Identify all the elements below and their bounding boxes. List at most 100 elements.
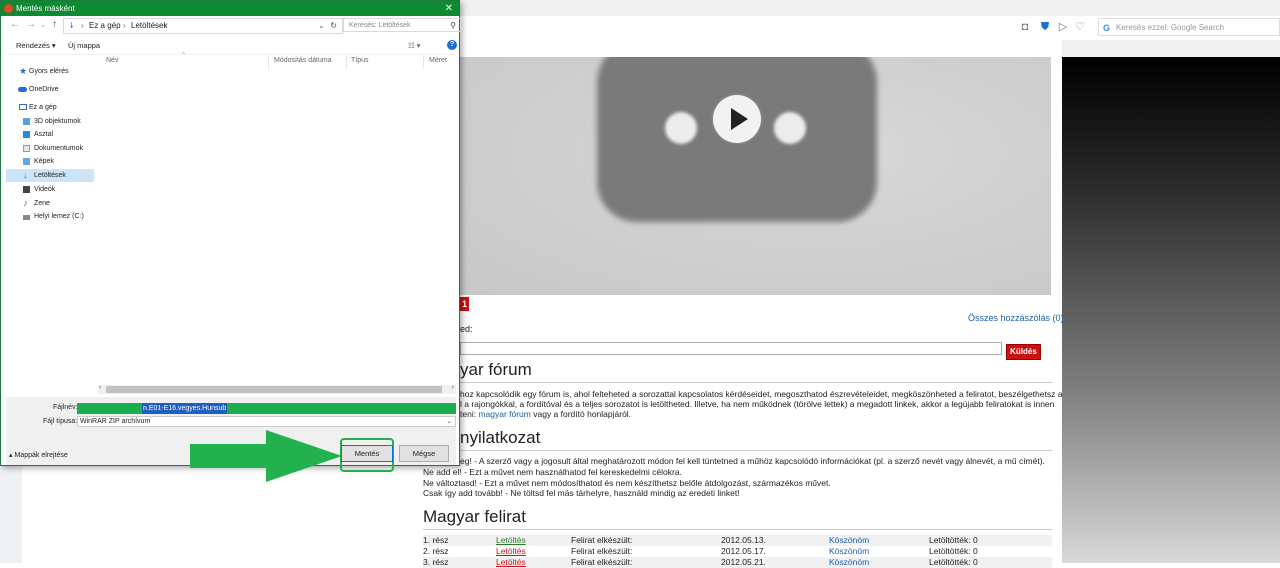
forum-link[interactable]: magyar fórum bbox=[478, 409, 530, 419]
dialog-navbar: ← → ⌄ ↑ 🠗 › Ez a gép › Letöltések › ⌄ ↻ … bbox=[6, 17, 461, 35]
breadcrumb-item[interactable]: Letöltések bbox=[131, 19, 167, 33]
column-header-type[interactable]: Típus bbox=[351, 57, 369, 64]
save-button[interactable]: Mentés bbox=[341, 445, 393, 462]
nav-item-onedrive[interactable]: OneDrive bbox=[6, 83, 94, 96]
nav-item-videos[interactable]: Videók bbox=[6, 183, 94, 196]
all-comments-link[interactable]: Összes hozzászólás (0) bbox=[968, 313, 1064, 323]
camera-icon[interactable]: ◘ bbox=[1018, 20, 1032, 34]
cube-icon bbox=[23, 118, 30, 125]
column-header-size[interactable]: Méret bbox=[429, 57, 447, 64]
nav-item-label: Képek bbox=[34, 158, 54, 165]
address-bar[interactable]: 🠗 › Ez a gép › Letöltések › ⌄ ↻ bbox=[63, 18, 343, 34]
nav-item-label: Asztal bbox=[34, 131, 54, 138]
filename-input[interactable]: n.E01-E16.vegyes.Hunsub bbox=[77, 403, 456, 414]
comment-input[interactable] bbox=[460, 342, 1002, 355]
thanks-link[interactable]: Köszönöm bbox=[829, 546, 869, 557]
breadcrumb-separator: › bbox=[164, 21, 167, 30]
chevron-up-icon: ▴ bbox=[9, 452, 13, 459]
column-header-name[interactable]: Név bbox=[106, 57, 118, 64]
filename-selected-text: n.E01-E16.vegyes.Hunsub bbox=[142, 403, 228, 414]
browser-search-input[interactable]: G Keresés ezzel: Google Search bbox=[1098, 18, 1280, 36]
download-link[interactable]: Letöltés bbox=[496, 546, 526, 557]
desktop-icon bbox=[23, 131, 30, 138]
play-icon[interactable] bbox=[713, 95, 761, 143]
save-as-dialog: Mentés másként ✕ ← → ⌄ ↑ 🠗 › Ez a gép › … bbox=[0, 0, 461, 466]
disclaimer-line: eg! - A szerző vagy a jogosult által meg… bbox=[460, 456, 1045, 466]
column-separator[interactable] bbox=[268, 55, 269, 69]
close-icon[interactable]: ✕ bbox=[445, 1, 453, 16]
forward-arrow-icon[interactable]: → bbox=[26, 19, 36, 30]
cloud-icon bbox=[18, 87, 27, 92]
nav-item-documents[interactable]: Dokumentumok bbox=[6, 142, 94, 155]
cancel-button[interactable]: Mégse bbox=[399, 445, 449, 462]
chevron-down-icon[interactable]: ⌄ bbox=[318, 19, 325, 33]
search-icon[interactable]: ⚲ bbox=[450, 19, 456, 33]
nav-item-3d-objects[interactable]: 3D objektumok bbox=[6, 115, 94, 128]
disk-icon bbox=[23, 215, 30, 220]
forum-text: l a rajongókkal, a fordítóval és a telje… bbox=[460, 399, 1055, 409]
nav-item-label: Ez a gép bbox=[29, 104, 57, 111]
scroll-left-icon[interactable]: ‹ bbox=[99, 384, 101, 391]
breadcrumb-item[interactable]: Ez a gép bbox=[89, 19, 121, 33]
new-folder-button[interactable]: Új mappa bbox=[68, 37, 100, 54]
disclaimer-line: Ne add el! - Ezt a művet nem használhato… bbox=[423, 467, 682, 477]
send-button[interactable]: Küldés bbox=[1006, 344, 1041, 360]
status-label: Felirat elkészült: bbox=[571, 535, 633, 545]
green-arrow-annotation bbox=[190, 430, 342, 482]
back-arrow-icon[interactable]: ← bbox=[10, 19, 20, 30]
column-header-modified[interactable]: Módosítás dátuma bbox=[274, 57, 332, 64]
send-icon[interactable]: ▷ bbox=[1056, 20, 1070, 34]
filetype-select[interactable]: WinRAR ZIP archívum ⌄ bbox=[77, 416, 456, 427]
forum-text: hoz kapcsolódik egy fórum is, ahol felte… bbox=[460, 389, 1063, 399]
organize-button[interactable]: Rendezés ▾ bbox=[16, 37, 56, 54]
chevron-down-icon[interactable]: ⌄ bbox=[40, 21, 46, 29]
column-separator[interactable] bbox=[346, 55, 347, 69]
forum-heading: yar fórum bbox=[460, 360, 532, 379]
hide-folders-label: Mappák elrejtése bbox=[14, 452, 68, 459]
scrollbar-thumb[interactable] bbox=[106, 386, 442, 393]
refresh-icon[interactable]: ↻ bbox=[330, 19, 337, 33]
document-icon bbox=[23, 145, 30, 152]
column-separator[interactable] bbox=[423, 55, 424, 69]
table-row: 1. rész Letöltés Felirat elkészült: 2012… bbox=[423, 535, 1052, 546]
shield-icon[interactable]: ⛊ bbox=[1038, 20, 1052, 34]
nav-item-local-disk[interactable]: Helyi lemez (C:) bbox=[6, 210, 94, 223]
up-arrow-icon[interactable]: ↑ bbox=[52, 19, 57, 30]
dialog-titlebar[interactable]: Mentés másként ✕ bbox=[1, 1, 459, 16]
nav-item-quick-access[interactable]: ★ Gyors elérés bbox=[6, 65, 94, 78]
section-divider bbox=[423, 450, 1052, 451]
organize-label: Rendezés bbox=[16, 41, 50, 50]
browser-search-placeholder: Keresés ezzel: Google Search bbox=[1116, 23, 1225, 32]
nav-item-music[interactable]: ♪ Zene bbox=[6, 197, 94, 210]
nav-item-label: Videók bbox=[34, 186, 56, 193]
scroll-right-icon[interactable]: › bbox=[452, 384, 454, 391]
forum-text-suffix: vagy a fordító honlapjáról. bbox=[530, 409, 632, 419]
view-options-icon[interactable]: ☷ ▾ bbox=[408, 37, 421, 54]
nav-item-label: 3D objektumok bbox=[34, 118, 81, 125]
forum-text: teni: magyar fórum vagy a fordító honlap… bbox=[460, 409, 631, 420]
table-row: 2. rész Letöltés Felirat elkészült: 2012… bbox=[423, 546, 1052, 557]
heart-icon[interactable]: ♡ bbox=[1073, 20, 1087, 34]
hide-folders-toggle[interactable]: ▴ Mappák elrejtése bbox=[9, 451, 68, 459]
horizontal-scrollbar[interactable]: ‹ › bbox=[98, 384, 456, 394]
disclaimer-line: Ne változtasd! - Ezt a művet nem módosít… bbox=[423, 478, 831, 488]
app-icon bbox=[4, 4, 13, 13]
nav-item-pictures[interactable]: Képek bbox=[6, 155, 94, 168]
folder-search-input[interactable]: Keresés: Letöltések ⚲ bbox=[343, 18, 461, 32]
video-player[interactable] bbox=[460, 57, 1051, 295]
nav-item-label: Zene bbox=[34, 200, 50, 207]
part-label: 1. rész bbox=[423, 535, 449, 545]
nav-item-label: Letöltések bbox=[34, 172, 66, 179]
nav-item-label: Helyi lemez (C:) bbox=[34, 213, 84, 220]
download-count: Letöltötték: 0 bbox=[929, 546, 978, 556]
sort-caret-icon: ^ bbox=[182, 52, 185, 58]
date-value: 2012.05.17. bbox=[721, 546, 766, 556]
download-link[interactable]: Letöltés bbox=[496, 535, 526, 546]
nav-item-desktop[interactable]: Asztal bbox=[6, 128, 94, 141]
file-list[interactable]: ^ Név Módosítás dátuma Típus Méret bbox=[98, 52, 456, 393]
help-icon[interactable]: ? bbox=[447, 40, 457, 50]
thanks-link[interactable]: Köszönöm bbox=[829, 535, 869, 546]
nav-item-downloads[interactable]: ↓ Letöltések bbox=[6, 169, 94, 182]
nav-item-this-pc[interactable]: Ez a gép bbox=[6, 101, 94, 114]
search-placeholder: Keresés: Letöltések bbox=[349, 22, 411, 29]
